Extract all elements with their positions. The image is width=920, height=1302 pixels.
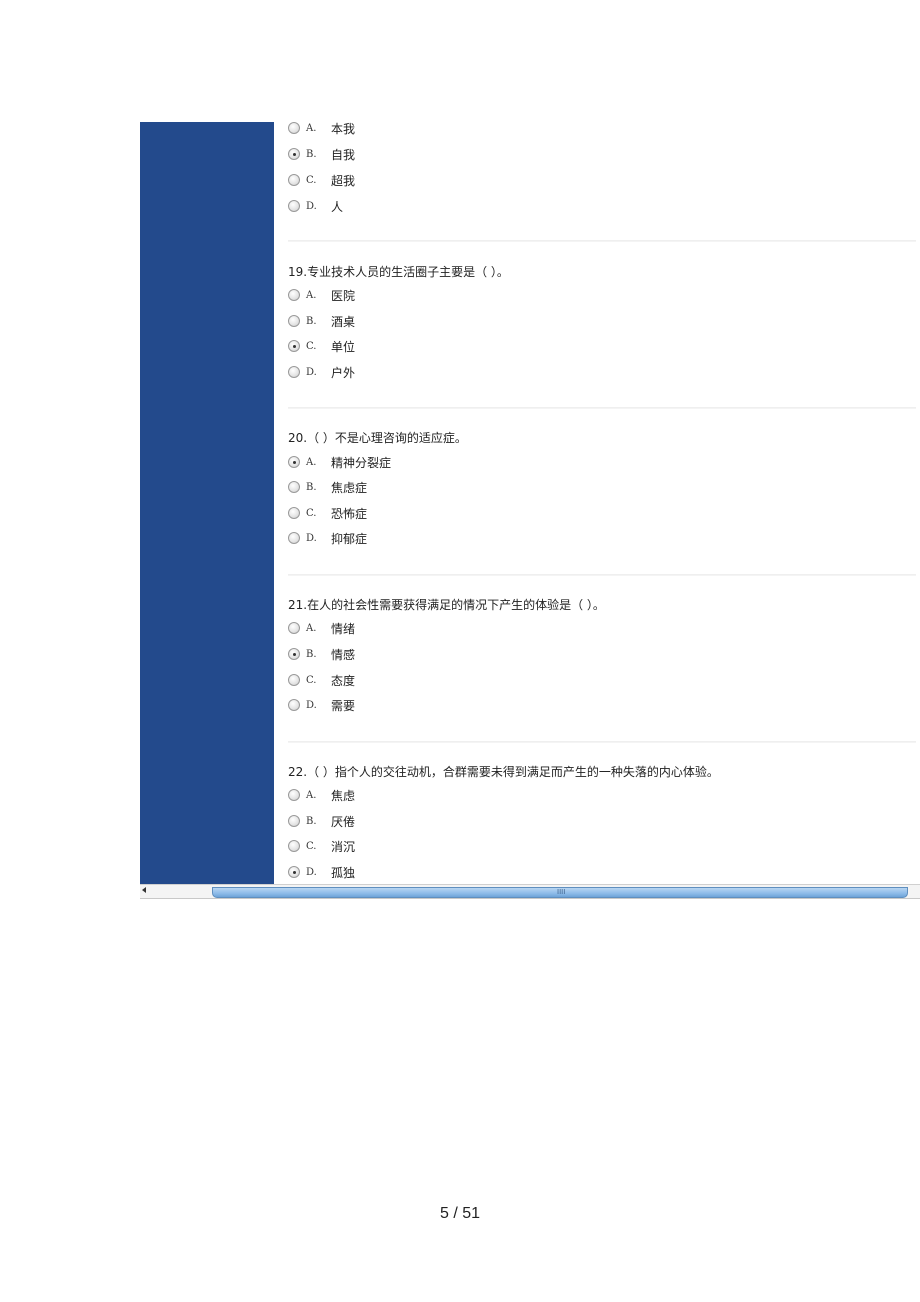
radio-button[interactable] xyxy=(288,507,300,519)
question-list: A. 本我 B. 自我 C. 超我 D. 人 19.专业技术人员的生活圈子主要是… xyxy=(274,122,920,884)
option-d[interactable]: D. 人 xyxy=(288,196,343,216)
option-text: 情感 xyxy=(331,647,356,662)
radio-button[interactable] xyxy=(288,366,300,378)
radio-button[interactable] xyxy=(288,315,300,327)
option-letter: D. xyxy=(306,366,317,378)
option-c[interactable]: C. 消沉 xyxy=(288,836,355,856)
option-c[interactable]: C. 态度 xyxy=(288,670,355,690)
option-text: 户外 xyxy=(331,365,356,380)
divider xyxy=(288,574,916,576)
radio-button-selected[interactable] xyxy=(288,648,300,660)
radio-button-selected[interactable] xyxy=(288,340,300,352)
sidebar-panel xyxy=(140,122,274,884)
question-title: 21.在人的社会性需要获得满足的情况下产生的体验是（ ）。 xyxy=(288,598,605,612)
radio-button-selected[interactable] xyxy=(288,866,300,878)
option-letter: A. xyxy=(306,289,317,301)
scrollbar-thumb[interactable]: IIII xyxy=(212,887,908,898)
option-letter: A. xyxy=(306,456,317,468)
option-text: 医院 xyxy=(331,288,356,303)
option-letter: A. xyxy=(306,789,317,801)
radio-button[interactable] xyxy=(288,674,300,686)
option-text: 抑郁症 xyxy=(331,531,368,546)
option-text: 焦虑 xyxy=(331,788,356,803)
option-letter: B. xyxy=(306,315,317,327)
option-letter: B. xyxy=(306,148,317,160)
radio-button[interactable] xyxy=(288,122,300,134)
option-b[interactable]: B. 焦虑症 xyxy=(288,477,367,497)
option-b[interactable]: B. 情感 xyxy=(288,644,355,664)
scrollbar-grip: IIII xyxy=(557,888,566,896)
option-text: 自我 xyxy=(331,147,356,162)
option-letter: A. xyxy=(306,622,317,634)
option-d[interactable]: D. 孤独 xyxy=(288,862,355,882)
option-a[interactable]: A. 本我 xyxy=(288,122,355,138)
radio-button[interactable] xyxy=(288,481,300,493)
option-c[interactable]: C. 单位 xyxy=(288,336,355,356)
option-letter: C. xyxy=(306,174,317,186)
radio-button[interactable] xyxy=(288,174,300,186)
option-letter: D. xyxy=(306,532,317,544)
option-a[interactable]: A. 精神分裂症 xyxy=(288,452,391,472)
radio-button[interactable] xyxy=(288,622,300,634)
option-text: 酒桌 xyxy=(331,314,356,329)
option-a[interactable]: A. 医院 xyxy=(288,285,355,305)
option-text: 单位 xyxy=(331,339,356,354)
option-c[interactable]: C. 恐怖症 xyxy=(288,503,367,523)
option-a[interactable]: A. 情绪 xyxy=(288,618,355,638)
radio-button[interactable] xyxy=(288,289,300,301)
option-text: 焦虑症 xyxy=(331,480,368,495)
option-b[interactable]: B. 自我 xyxy=(288,144,355,164)
scroll-left-arrow-icon[interactable] xyxy=(142,887,146,893)
option-d[interactable]: D. 户外 xyxy=(288,362,355,382)
option-text: 消沉 xyxy=(331,839,356,854)
radio-button[interactable] xyxy=(288,532,300,544)
radio-button[interactable] xyxy=(288,815,300,827)
option-letter: D. xyxy=(306,866,317,878)
radio-button[interactable] xyxy=(288,200,300,212)
option-text: 恐怖症 xyxy=(331,506,368,521)
option-text: 需要 xyxy=(331,698,356,713)
divider xyxy=(288,407,916,409)
option-a[interactable]: A. 焦虑 xyxy=(288,785,355,805)
option-letter: C. xyxy=(306,340,317,352)
option-letter: D. xyxy=(306,200,317,212)
page-number: 5 / 51 xyxy=(439,1205,481,1222)
question-title: 22.（ ）指个人的交往动机，合群需要未得到满足而产生的一种失落的内心体验。 xyxy=(288,765,719,779)
radio-button[interactable] xyxy=(288,699,300,711)
option-text: 精神分裂症 xyxy=(331,455,392,470)
exam-frame: A. 本我 B. 自我 C. 超我 D. 人 19.专业技术人员的生活圈子主要是… xyxy=(140,122,920,899)
radio-button-selected[interactable] xyxy=(288,148,300,160)
option-d[interactable]: D. 需要 xyxy=(288,695,355,715)
option-letter: D. xyxy=(306,699,317,711)
option-text: 孤独 xyxy=(331,865,356,880)
horizontal-scrollbar[interactable]: IIII xyxy=(140,884,920,899)
option-text: 厌倦 xyxy=(331,814,356,829)
option-text: 人 xyxy=(331,199,344,214)
question-title: 19.专业技术人员的生活圈子主要是（ ）。 xyxy=(288,265,509,279)
option-letter: C. xyxy=(306,840,317,852)
option-letter: A. xyxy=(306,122,317,134)
radio-button[interactable] xyxy=(288,840,300,852)
divider xyxy=(288,741,916,743)
option-letter: C. xyxy=(306,507,317,519)
option-d[interactable]: D. 抑郁症 xyxy=(288,528,367,548)
option-letter: C. xyxy=(306,674,317,686)
option-letter: B. xyxy=(306,815,317,827)
question-title: 20.（ ）不是心理咨询的适应症。 xyxy=(288,431,467,445)
option-c[interactable]: C. 超我 xyxy=(288,170,355,190)
option-letter: B. xyxy=(306,481,317,493)
option-text: 态度 xyxy=(331,673,356,688)
radio-button[interactable] xyxy=(288,789,300,801)
radio-button-selected[interactable] xyxy=(288,456,300,468)
option-text: 本我 xyxy=(331,122,356,136)
option-text: 超我 xyxy=(331,173,356,188)
option-b[interactable]: B. 厌倦 xyxy=(288,811,355,831)
option-letter: B. xyxy=(306,648,317,660)
divider xyxy=(288,240,916,242)
option-text: 情绪 xyxy=(331,621,356,636)
option-b[interactable]: B. 酒桌 xyxy=(288,311,355,331)
